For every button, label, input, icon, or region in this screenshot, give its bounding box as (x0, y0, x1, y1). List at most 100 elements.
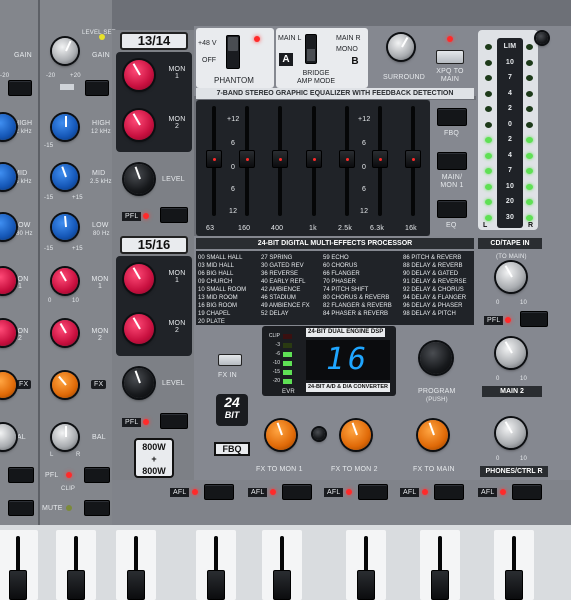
geq-fader-2-5k[interactable] (339, 150, 355, 168)
channel-fader[interactable] (127, 570, 145, 600)
bal-knob[interactable] (52, 424, 78, 450)
channel-fader[interactable] (273, 570, 291, 600)
fx-preset-item: 92 DELAY & CHORUS (403, 287, 464, 293)
geq-fader-160[interactable] (239, 150, 255, 168)
fx-meter-label: -10 (272, 360, 280, 366)
mute-button[interactable] (8, 500, 34, 516)
program-knob[interactable] (420, 342, 452, 374)
pfl-button[interactable] (8, 467, 34, 483)
fx-in-button[interactable] (218, 354, 242, 366)
stereo-15-16-level-label: LEVEL (162, 380, 185, 387)
badge-24-text: 24 (224, 394, 240, 410)
geq-fader-63[interactable] (206, 150, 222, 168)
channel-fader[interactable] (207, 570, 225, 600)
afl-button[interactable] (434, 484, 464, 500)
channel-fader[interactable] (505, 570, 523, 600)
fx-label: FX (91, 380, 107, 389)
mon1-knob[interactable] (52, 268, 78, 294)
gain-knob[interactable] (52, 38, 78, 64)
fx-preset-item: 03 MID HALL (198, 263, 235, 269)
geq-band-1k: 1k (309, 225, 317, 232)
stereo-15-16-mon2-knob[interactable] (124, 314, 154, 344)
channel-fader[interactable] (357, 570, 375, 600)
surround-knob[interactable] (388, 34, 414, 60)
eq-low-knob[interactable] (52, 214, 78, 240)
pad-button[interactable] (8, 80, 32, 96)
bridge-switch[interactable] (305, 34, 317, 64)
fbq-button[interactable] (437, 108, 467, 126)
fx-meter-label: -3 (275, 342, 280, 348)
main2-knob[interactable] (496, 338, 526, 368)
eq-scale-max: +15 (72, 246, 83, 252)
stereo-13-14-pfl-button[interactable] (160, 207, 188, 223)
channel-fader[interactable] (67, 570, 85, 600)
stereo-15-16-mon1-knob[interactable] (124, 264, 154, 294)
fx-to-mon1-knob[interactable] (266, 420, 296, 450)
eq-mid-freq: 2.5 kHz (90, 179, 112, 185)
afl-led (192, 489, 198, 495)
channel-fader[interactable] (431, 570, 449, 600)
meter-scale-label: 20 (505, 198, 515, 205)
fx-preset-item: 70 PHASER (323, 279, 357, 285)
stereo-13-14-mon1-knob[interactable] (124, 60, 154, 90)
meter-led-l (485, 168, 492, 174)
stereo-15-16-level-knob[interactable] (124, 368, 154, 398)
geq-fader-400[interactable] (272, 150, 288, 168)
stereo-13-14-pfl-label: PFL (122, 212, 142, 221)
fx-meter-led (283, 334, 292, 339)
fx-preset-item: 90 DELAY & GATED (403, 271, 459, 277)
channel-fader[interactable] (9, 570, 27, 600)
fx-meter-label: -20 (272, 378, 280, 384)
meter-led-r (526, 214, 533, 221)
afl-button[interactable] (358, 484, 388, 500)
afl-button[interactable] (512, 484, 542, 500)
cd-tape-level-knob[interactable] (496, 262, 526, 292)
fbq-label: FBQ (444, 130, 459, 137)
pfl-button[interactable] (84, 467, 110, 483)
geq-fader-1k[interactable] (306, 150, 322, 168)
phones-knob[interactable] (496, 418, 526, 448)
fx-preset-item: 13 MID ROOM (198, 295, 238, 301)
afl-label: AFL (478, 488, 498, 497)
mute-button[interactable] (84, 500, 110, 516)
xpq-button[interactable] (436, 50, 464, 64)
stereo-13-14-mon2-label: MON 2 (168, 116, 186, 130)
scale-10: 10 (72, 298, 80, 304)
mon2-knob[interactable] (52, 320, 78, 346)
pad-button[interactable] (85, 80, 109, 96)
fx-preset-column: 86 PITCH & REVERB 88 DELAY & REVERB 90 DEL… (401, 254, 481, 318)
afl-button[interactable] (282, 484, 312, 500)
fx-preset-item: 49 AMBIENCE FX (261, 303, 310, 309)
fx-level-meter: CLIP -3 -6 -10 -15 -20 (266, 332, 296, 390)
phantom-switch[interactable] (226, 35, 240, 69)
fbq-badge: FBQ (214, 442, 250, 456)
meter-led-r (526, 152, 533, 159)
eq-mid-label: MID (14, 170, 28, 177)
main-mon-button[interactable] (437, 152, 467, 170)
afl-button[interactable] (204, 484, 234, 500)
eq-high-knob[interactable] (52, 114, 78, 140)
cd-tape-pfl-button[interactable] (520, 311, 548, 327)
geq-fader-16k[interactable] (405, 150, 421, 168)
main2-scale-10: 10 (520, 376, 528, 382)
bal-scale-r: R (76, 452, 81, 458)
fx-preset-item: 80 CHORUS & REVERB (323, 295, 390, 301)
stereo-15-16-pfl-button[interactable] (160, 413, 188, 429)
meter-led-r (526, 121, 533, 128)
meter-screw (536, 32, 548, 44)
geq-band-400: 400 (271, 225, 284, 232)
meter-scale-label: 0 (507, 120, 513, 128)
geq-fader-6-3k[interactable] (372, 150, 388, 168)
geq-band-63: 63 (206, 225, 215, 232)
fx-to-mon2-knob[interactable] (341, 420, 371, 450)
fx-to-main-knob[interactable] (418, 420, 448, 450)
stereo-13-14-mon2-knob[interactable] (124, 110, 154, 140)
stereo-13-14-level-knob[interactable] (124, 164, 154, 194)
eq-button[interactable] (437, 200, 467, 218)
eq-mid-knob[interactable] (52, 164, 78, 190)
meter-l-label: L (483, 222, 488, 229)
dsp-label: 24-BIT DUAL ENGINE DSP (306, 328, 386, 337)
meter-led-r (526, 44, 533, 50)
mon2-label: MON 2 (91, 328, 109, 342)
fx-send-knob[interactable] (52, 372, 78, 398)
